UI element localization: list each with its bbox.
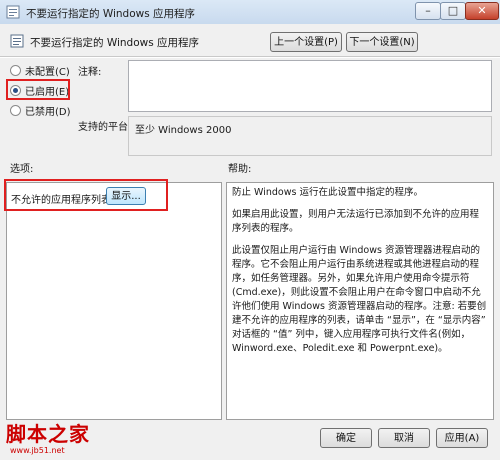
radio-circle[interactable] (10, 64, 21, 76)
apply-button[interactable]: 应用(A) (436, 428, 488, 448)
watermark-logo: 脚本之家 (6, 422, 90, 446)
minimize-button[interactable]: – (415, 2, 441, 20)
radio-label: 已禁用(D) (25, 106, 71, 118)
title-bar: 不要运行指定的 Windows 应用程序 – □ ✕ (0, 0, 500, 25)
radio-not-configured[interactable]: 未配置(C) (10, 62, 70, 78)
next-setting-button[interactable]: 下一个设置(N) (346, 32, 418, 52)
platform-field: 至少 Windows 2000 (128, 116, 492, 156)
highlight-box-enabled (6, 79, 70, 100)
platform-value: 至少 Windows 2000 (135, 125, 232, 136)
setting-icon (10, 34, 24, 48)
header-divider (0, 56, 500, 58)
cancel-button[interactable]: 取消 (378, 428, 430, 448)
close-button[interactable]: ✕ (465, 2, 499, 20)
radio-circle[interactable] (10, 104, 21, 116)
previous-setting-button[interactable]: 上一个设置(P) (270, 32, 342, 52)
window-title: 不要运行指定的 Windows 应用程序 (26, 8, 196, 20)
setting-title: 不要运行指定的 Windows 应用程序 (30, 37, 200, 49)
highlight-box-options (4, 179, 168, 211)
maximize-button[interactable]: □ (440, 2, 466, 20)
comment-label: 注释: (78, 67, 102, 78)
ok-button[interactable]: 确定 (320, 428, 372, 448)
help-paragraph: 此设置仅阻止用户运行由 Windows 资源管理器进程启动的程序。它不会阻止用户… (232, 245, 487, 354)
radio-disabled[interactable]: 已禁用(D) (10, 102, 71, 118)
policy-icon (6, 5, 20, 19)
platform-label: 支持的平台: (78, 122, 132, 133)
help-pane[interactable]: 防止 Windows 运行在此设置中指定的程序。 如果启用此设置，则用户无法运行… (226, 182, 494, 420)
radio-label: 未配置(C) (25, 66, 70, 78)
watermark-url: www.jb51.net (10, 446, 65, 455)
help-paragraph: 防止 Windows 运行在此设置中指定的程序。 (232, 187, 423, 198)
help-paragraph: 如果启用此设置，则用户无法运行已添加到不允许的应用程序列表的程序。 (232, 209, 480, 234)
options-pane (6, 182, 222, 420)
comment-field[interactable] (128, 60, 492, 112)
options-section-label: 选项: (10, 164, 34, 175)
help-section-label: 帮助: (228, 164, 252, 175)
